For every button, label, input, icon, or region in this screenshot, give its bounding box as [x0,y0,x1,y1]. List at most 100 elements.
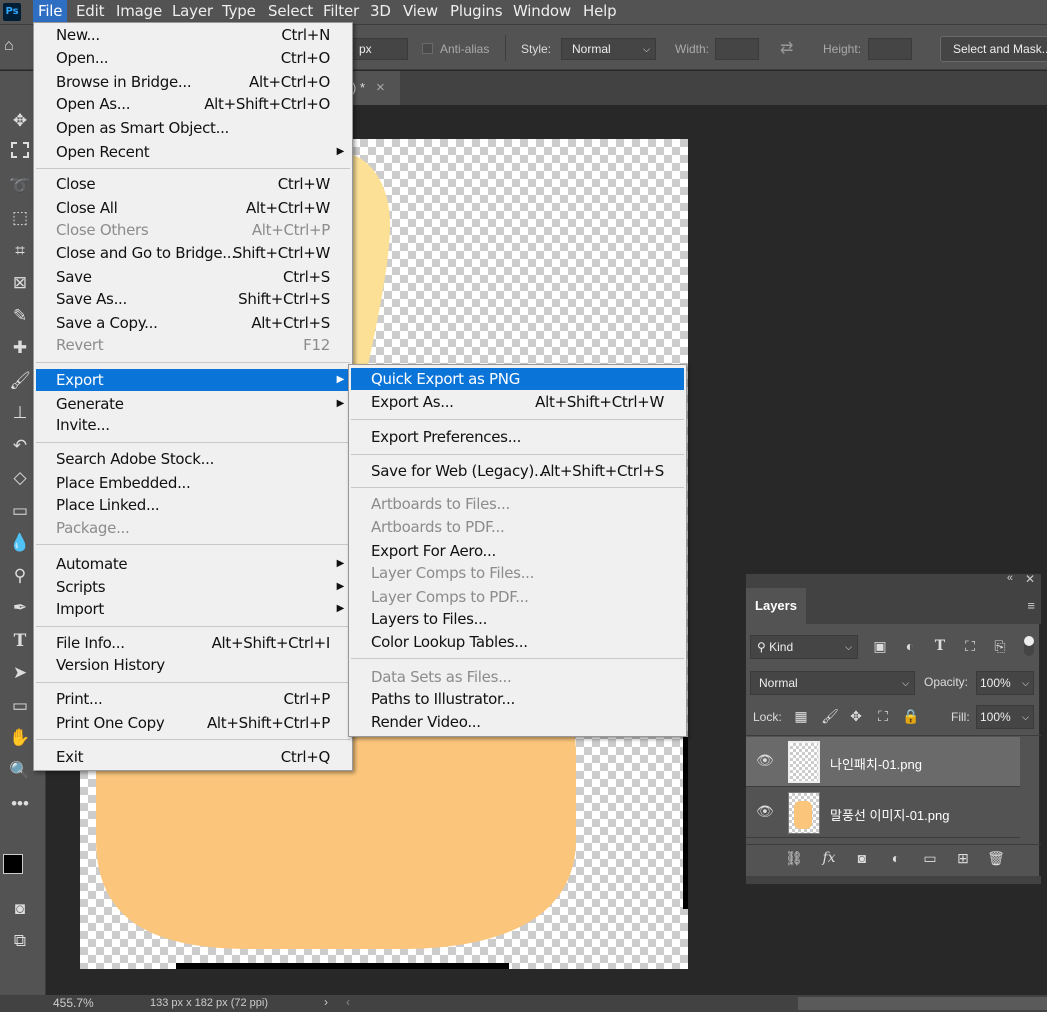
lock-pixels-icon[interactable]: 🖌 [820,708,840,725]
menu-item[interactable]: Exit Ctrl+Q [36,746,350,768]
trash-icon[interactable]: 🗑 [986,850,1006,867]
horizontal-scrollbar[interactable] [798,997,1047,1010]
collapse-icon[interactable]: « [1007,572,1013,584]
fx-icon[interactable]: fx [819,850,839,866]
type-filter-icon[interactable]: T [930,638,950,654]
menu-item[interactable]: Open... Ctrl+O [36,47,350,69]
menu-item[interactable]: Print One Copy Alt+Shift+Ctrl+P [36,712,350,734]
menu-item[interactable]: Render Video... [351,711,684,733]
foreground-color-swatch[interactable] [3,854,23,874]
menu-item[interactable]: Save As... Shift+Ctrl+S [36,288,350,310]
menu-item[interactable]: Close and Go to Bridge... Shift+Ctrl+W [36,242,350,264]
menu-item[interactable]: Paths to Illustrator... [351,688,684,710]
menu-item[interactable]: Layers to Files... [351,608,684,630]
crop-icon[interactable]: ⌗ [8,239,32,263]
move-icon[interactable]: ✥ [8,109,32,133]
menu-item[interactable]: Save a Copy... Alt+Ctrl+S [36,312,350,334]
eye-icon[interactable]: 👁 [756,803,774,820]
menu-item[interactable]: Search Adobe Stock... [36,448,350,470]
eyedropper-icon[interactable]: ✎ [8,304,32,328]
scroll-left-icon[interactable]: ‹ [346,995,350,1009]
lock-all-icon[interactable]: 🔒 [901,708,921,725]
filter-kind-select[interactable]: ⚲ Kind ⌵ [750,635,858,659]
lock-artboard-icon[interactable]: ⛶ [873,708,893,725]
menu-select[interactable]: Select [263,0,318,24]
menu-view[interactable]: View [398,0,443,24]
menu-item[interactable]: Browse in Bridge... Alt+Ctrl+O [36,71,350,93]
menu-item[interactable]: Export Preferences... [351,426,684,448]
menu-item[interactable]: Place Linked... [36,494,350,516]
menu-item[interactable]: Export For Aero... [351,540,684,562]
document-info[interactable]: 133 px x 182 px (72 ppi) [150,997,268,1009]
screen-mode-icon[interactable]: ⧉ [8,929,32,953]
history-brush-icon[interactable]: ↶ [8,434,32,458]
adjustment-filter-icon[interactable]: ◐ [900,638,920,654]
filter-toggle[interactable] [1024,636,1034,656]
menu-item[interactable]: Scripts ▶ [36,576,350,598]
type-icon[interactable]: T [8,629,32,653]
menu-item-export[interactable]: Export ▶ [36,369,350,391]
menu-item[interactable]: Close All Alt+Ctrl+W [36,197,350,219]
menu-item[interactable]: Close Ctrl+W [36,173,350,195]
menu-layer[interactable]: Layer [167,0,218,24]
zoom-level[interactable]: 455.7% [53,996,94,1010]
menu-item[interactable]: Version History [36,654,350,676]
more-icon[interactable]: ••• [8,792,32,816]
close-icon[interactable]: ✕ [1025,572,1035,586]
tab-layers[interactable]: Layers [746,588,806,624]
adjustment-layer-icon[interactable]: ◐ [886,850,906,866]
menu-plugins[interactable]: Plugins [445,0,507,24]
close-icon[interactable]: × [376,71,385,105]
menu-file[interactable]: File [33,0,68,24]
layer-name[interactable]: 나인패치-01.png [830,754,922,773]
menu-item[interactable]: Color Lookup Tables... [351,631,684,653]
stamp-icon[interactable]: ⊥ [8,401,32,425]
layer-name[interactable]: 말풍선 이미지-01.png [830,805,949,824]
brush-icon[interactable]: 🖌 [8,369,32,393]
menu-filter[interactable]: Filter [318,0,364,24]
zoom-icon[interactable]: 🔍 [8,759,32,783]
info-arrow-icon[interactable]: › [324,995,328,1009]
path-select-icon[interactable]: ➤ [8,661,32,685]
menu-item[interactable]: Print... Ctrl+P [36,688,350,710]
menu-item[interactable]: Place Embedded... [36,472,350,494]
layer-row[interactable]: 👁 말풍선 이미지-01.png [746,788,1020,838]
blend-mode-select[interactable]: Normal ⌵ [750,671,915,695]
lock-transparent-icon[interactable]: ▦ [791,708,811,725]
home-icon[interactable]: ⌂ [4,37,24,57]
swap-icon[interactable]: ⇄ [780,38,793,58]
rectangle-icon[interactable]: ▭ [8,694,32,718]
eye-icon[interactable]: 👁 [756,752,774,769]
menu-item[interactable]: Automate ▶ [36,553,350,575]
height-input[interactable] [868,38,912,60]
shape-filter-icon[interactable]: ⛶ [960,638,980,655]
layer-row-selected[interactable]: 👁 나인패치-01.png [746,737,1020,787]
fill-input[interactable]: 100% ⌵ [976,705,1034,729]
menu-window[interactable]: Window [508,0,576,24]
lasso-icon[interactable]: ➰ [8,174,32,198]
width-input[interactable] [715,38,759,60]
dodge-icon[interactable]: ⚲ [8,564,32,588]
quick-mask-icon[interactable]: ◙ [8,897,32,921]
lock-position-icon[interactable]: ✥ [846,708,866,725]
panel-menu-icon[interactable]: ≡ [1027,598,1035,613]
folder-icon[interactable]: ▭ [920,850,940,867]
menu-item[interactable]: Generate ▶ [36,393,350,415]
marquee-icon[interactable] [11,142,29,158]
menu-help[interactable]: Help [578,0,621,24]
new-layer-icon[interactable]: ⊞ [953,850,973,867]
pen-icon[interactable]: ✒ [8,596,32,620]
feather-input[interactable]: px [352,38,408,60]
menu-item[interactable]: Export As... Alt+Shift+Ctrl+W [351,391,684,413]
mask-icon[interactable]: ◙ [852,850,872,866]
menu-3d[interactable]: 3D [365,0,396,24]
healing-icon[interactable]: ✚ [8,336,32,360]
frame-icon[interactable]: ⊠ [8,271,32,295]
blur-icon[interactable]: 💧 [8,531,32,555]
menu-item[interactable]: Open Recent ▶ [36,141,350,163]
menu-item[interactable]: Save Ctrl+S [36,266,350,288]
menu-item[interactable]: New... Ctrl+N [36,24,350,46]
style-select[interactable]: Normal ⌵ [561,38,656,60]
hand-icon[interactable]: ✋ [8,726,32,750]
menu-item[interactable]: Invite... [36,414,350,436]
